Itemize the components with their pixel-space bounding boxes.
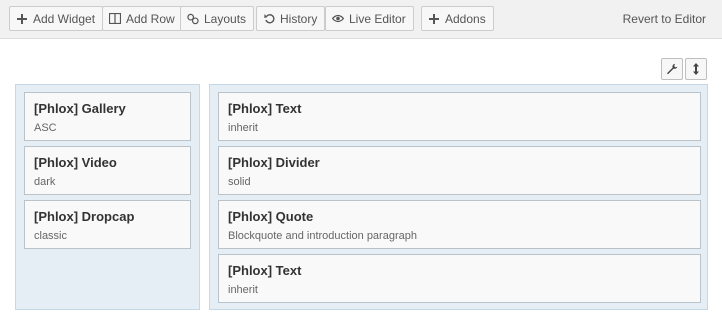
eye-icon — [332, 13, 344, 25]
widget-card[interactable]: [Phlox] Divider solid — [218, 146, 701, 195]
live-editor-button[interactable]: Live Editor — [325, 6, 414, 31]
undo-icon — [263, 13, 275, 25]
addons-button[interactable]: Addons — [421, 6, 494, 31]
live-editor-label: Live Editor — [349, 11, 406, 26]
widget-card[interactable]: [Phlox] Video dark — [24, 146, 191, 195]
widget-title: [Phlox] Dropcap — [34, 209, 135, 224]
revert-to-editor-link[interactable]: Revert to Editor — [623, 12, 706, 26]
add-widget-label: Add Widget — [33, 11, 96, 26]
widget-title: [Phlox] Gallery — [34, 101, 126, 116]
widget-title: [Phlox] Divider — [228, 155, 320, 170]
widget-description: classic — [34, 230, 68, 242]
widget-card[interactable]: [Phlox] Text inherit — [218, 92, 701, 141]
layouts-button[interactable]: Layouts — [180, 6, 255, 31]
widget-description: inherit — [228, 284, 258, 296]
widget-card[interactable]: [Phlox] Gallery ASC — [24, 92, 191, 141]
widget-title: [Phlox] Video — [34, 155, 117, 170]
left-column[interactable]: [Phlox] Gallery ASC [Phlox] Video dark [… — [15, 84, 200, 310]
widget-description: Blockquote and introduction paragraph — [228, 230, 417, 242]
plus-icon — [428, 13, 440, 25]
wrench-icon — [666, 63, 678, 75]
row-edit-button[interactable] — [661, 58, 683, 80]
right-column[interactable]: [Phlox] Text inherit [Phlox] Divider sol… — [209, 84, 708, 310]
widget-title: [Phlox] Text — [228, 263, 302, 278]
widget-description: solid — [228, 176, 251, 188]
page-builder-toolbar: Add Widget Add Row Layouts History Live … — [0, 0, 722, 39]
widget-card[interactable]: [Phlox] Dropcap classic — [24, 200, 191, 249]
row-move-button[interactable] — [685, 58, 707, 80]
columns-icon — [109, 13, 121, 25]
vertical-arrows-icon — [692, 63, 700, 75]
addons-label: Addons — [445, 11, 486, 26]
layouts-icon — [187, 13, 199, 25]
add-row-label: Add Row — [126, 11, 175, 26]
widget-card[interactable]: [Phlox] Text inherit — [218, 254, 701, 303]
widget-title: [Phlox] Quote — [228, 209, 314, 224]
plus-icon — [16, 13, 28, 25]
widget-description: ASC — [34, 122, 57, 134]
history-button[interactable]: History — [256, 6, 326, 31]
add-row-button[interactable]: Add Row — [102, 6, 183, 31]
widget-description: dark — [34, 176, 56, 188]
widget-title: [Phlox] Text — [228, 101, 302, 116]
widget-card[interactable]: [Phlox] Quote Blockquote and introductio… — [218, 200, 701, 249]
layouts-label: Layouts — [204, 11, 247, 26]
widget-description: inherit — [228, 122, 258, 134]
add-widget-button[interactable]: Add Widget — [9, 6, 104, 31]
history-label: History — [280, 11, 318, 26]
